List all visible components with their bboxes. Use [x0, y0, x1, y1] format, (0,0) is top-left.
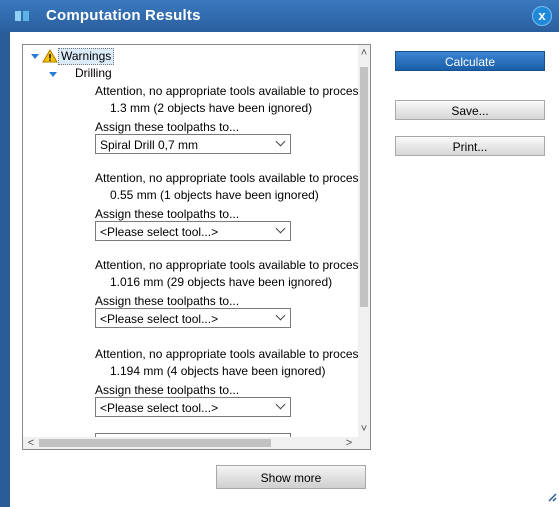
dialog-body: Warnings Drilling Attention, no appropri…	[10, 32, 559, 507]
results-tree[interactable]: Warnings Drilling Attention, no appropri…	[22, 44, 371, 450]
warnings-node-label[interactable]: Warnings	[58, 48, 115, 65]
warning-detail: 1.3 mm (2 objects have been ignored)	[110, 101, 313, 115]
show-more-button[interactable]: Show more	[216, 465, 366, 489]
chevron-down-icon	[275, 223, 286, 234]
scroll-left-icon[interactable]: <	[25, 437, 37, 449]
drilling-node-label[interactable]: Drilling	[75, 66, 112, 80]
tool-select[interactable]: <Please select tool...>	[95, 221, 291, 241]
vertical-scroll-thumb[interactable]	[360, 67, 368, 307]
drilling-expand-icon[interactable]	[49, 72, 57, 77]
chevron-down-icon	[275, 399, 286, 410]
save-button[interactable]: Save...	[395, 100, 545, 120]
warning-detail: 0.55 mm (1 objects have been ignored)	[110, 188, 319, 202]
tool-select-value: <Please select tool...>	[100, 225, 219, 239]
tool-select-value: <Please select tool...>	[100, 401, 219, 415]
tool-select-value: Spiral Drill 0,7 mm	[100, 138, 199, 152]
assign-label: Assign these toolpaths to...	[95, 120, 240, 134]
warning-detail: 1.194 mm (4 objects have been ignored)	[110, 364, 326, 378]
app-icon	[15, 11, 29, 21]
window-title: Computation Results	[46, 7, 201, 24]
scroll-up-icon[interactable]: ˄	[358, 47, 370, 59]
tool-select-value: <Please select tool...>	[100, 312, 219, 326]
scroll-down-icon[interactable]: ˅	[358, 423, 370, 435]
resize-grip-icon[interactable]	[547, 492, 557, 502]
scrollbar-corner	[358, 437, 370, 449]
close-button[interactable]: x	[532, 6, 552, 26]
horizontal-scroll-thumb[interactable]	[39, 439, 271, 447]
chevron-down-icon	[275, 310, 286, 321]
title-bar: Computation Results x	[0, 0, 559, 32]
tool-select[interactable]: <Please select tool...>	[95, 308, 291, 328]
chevron-down-icon	[275, 136, 286, 147]
warning-icon	[42, 49, 58, 63]
warning-detail: 1.016 mm (29 objects have been ignored)	[110, 275, 333, 289]
warning-message: Attention, no appropriate tools availabl…	[95, 347, 358, 361]
scroll-right-icon[interactable]: >	[343, 437, 355, 449]
assign-label: Assign these toolpaths to...	[95, 383, 240, 397]
tool-select[interactable]: <Please select tool...>	[95, 397, 291, 417]
tree-content: Warnings Drilling Attention, no appropri…	[23, 45, 358, 437]
tool-select[interactable]: Spiral Drill 0,7 mm	[95, 134, 291, 154]
print-button[interactable]: Print...	[395, 136, 545, 156]
assign-label: Assign these toolpaths to...	[95, 207, 240, 221]
warning-message: Attention, no appropriate tools availabl…	[95, 258, 358, 272]
warnings-expand-icon[interactable]	[31, 54, 39, 59]
warning-message: Attention, no appropriate tools availabl…	[95, 171, 358, 185]
horizontal-scrollbar[interactable]: < >	[23, 437, 358, 449]
assign-label: Assign these toolpaths to...	[95, 294, 240, 308]
vertical-scrollbar[interactable]: ˄ ˅	[358, 45, 370, 437]
warning-message: Attention, no appropriate tools availabl…	[95, 84, 358, 98]
calculate-button[interactable]: Calculate	[395, 51, 545, 71]
